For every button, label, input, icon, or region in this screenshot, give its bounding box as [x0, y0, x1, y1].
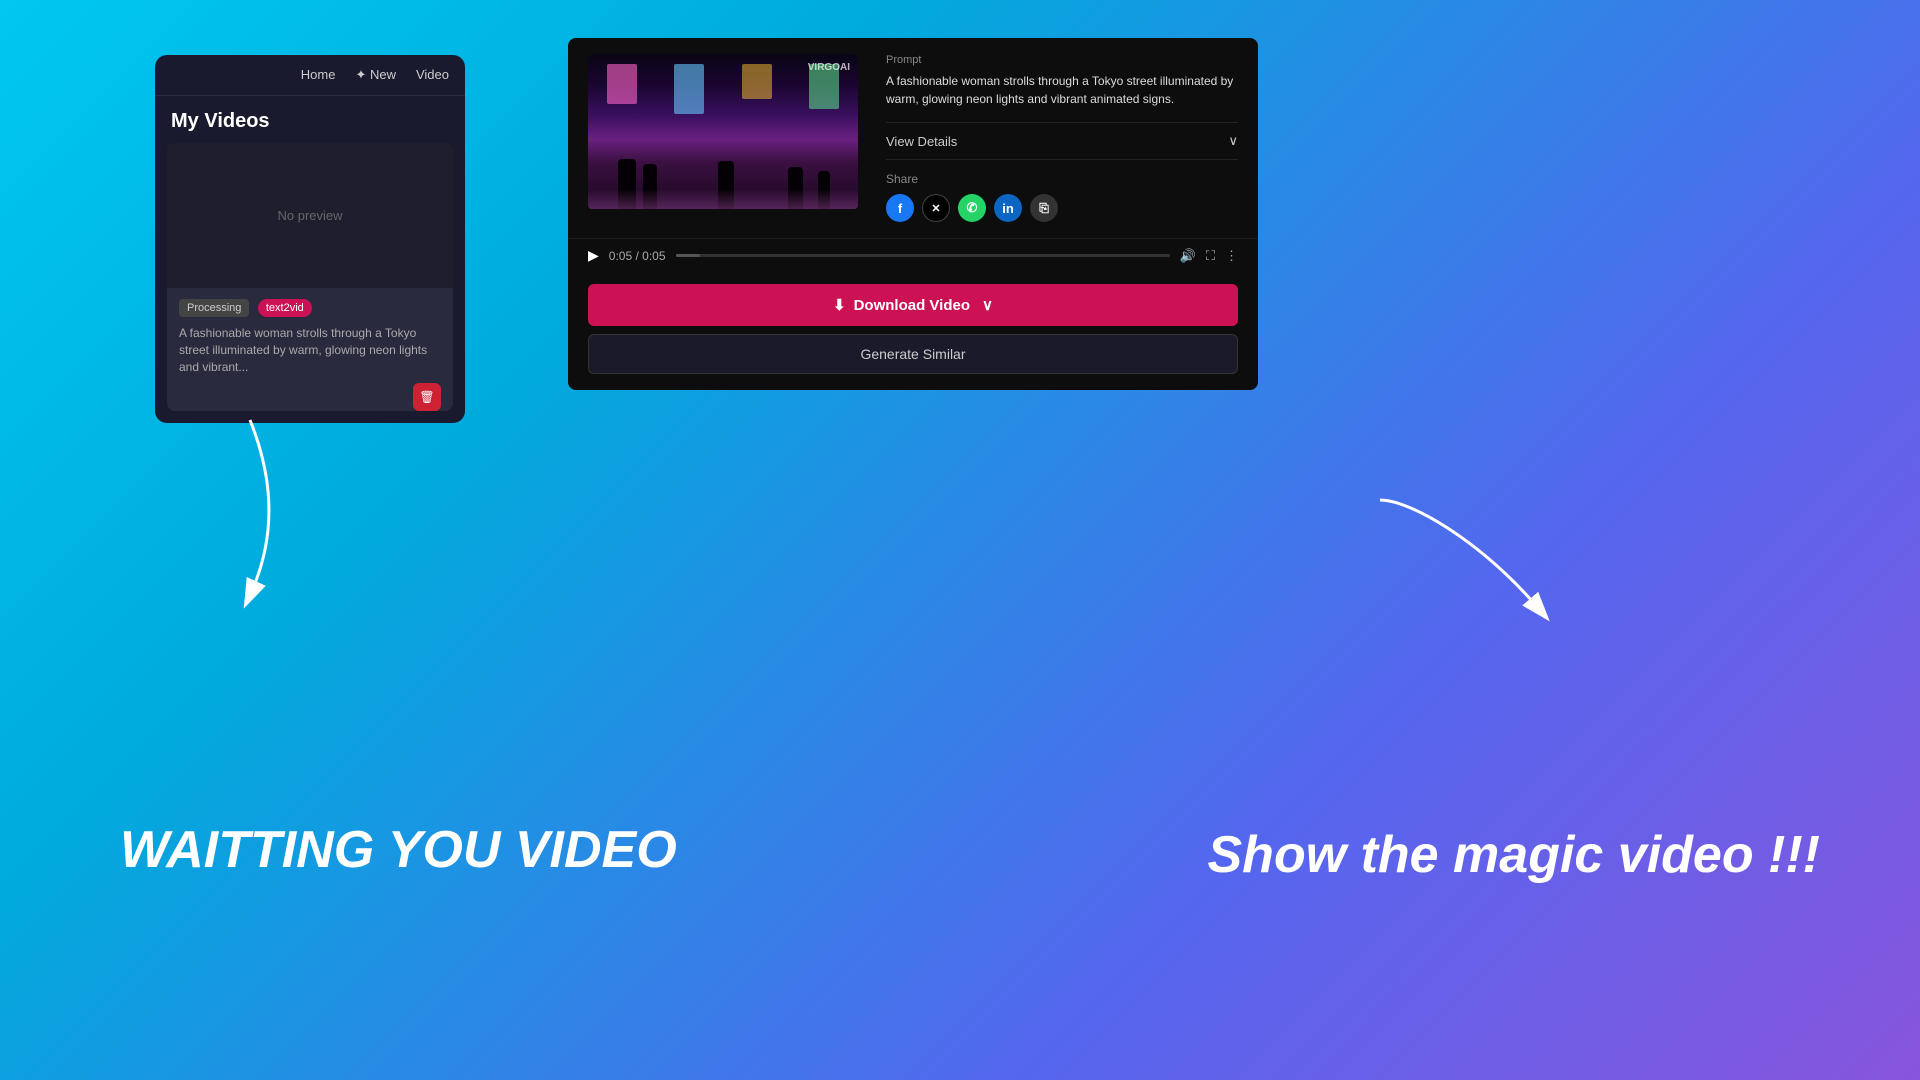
nav-video[interactable]: Video — [416, 67, 449, 83]
video-controls: ▶ 0:05 / 0:05 🔊 ⛶ ⋮ — [568, 238, 1258, 272]
video-preview: No preview — [167, 143, 453, 288]
share-linkedin-icon[interactable]: in — [994, 194, 1022, 222]
arrow-right — [1330, 480, 1580, 630]
share-copy-icon[interactable]: ⎘ — [1030, 194, 1058, 222]
left-nav: Home ✦ New Video — [155, 55, 465, 96]
waiting-label: WAITTING YOU VIDEO — [120, 820, 677, 880]
share-label: Share — [886, 172, 1238, 186]
share-whatsapp-icon[interactable]: ✆ — [958, 194, 986, 222]
nav-home[interactable]: Home — [301, 67, 336, 83]
right-info: Prompt A fashionable woman strolls throu… — [878, 54, 1238, 222]
video-watermark: VIRGOAI — [808, 62, 850, 73]
my-videos-panel: Home ✦ New Video My Videos No preview Pr… — [155, 55, 465, 423]
time-display: 0:05 / 0:05 — [609, 249, 666, 263]
prompt-text: A fashionable woman strolls through a To… — [886, 72, 1238, 108]
street-scene: VIRGOAI — [588, 54, 858, 209]
arrow-left — [190, 410, 310, 610]
text2vid-badge: text2vid — [258, 299, 312, 317]
panel-top: VIRGOAI Prompt A fashionable woman strol… — [568, 38, 1258, 238]
video-player-panel: VIRGOAI Prompt A fashionable woman strol… — [568, 38, 1258, 390]
panel-title: My Videos — [155, 96, 465, 143]
magic-label: Show the magic video !!! — [1208, 825, 1821, 885]
generate-similar-button[interactable]: Generate Similar — [588, 334, 1238, 374]
download-icon: ⬇ — [833, 296, 846, 314]
video-card-footer: Processing text2vid A fashionable woman … — [167, 288, 453, 393]
video-card: No preview Processing text2vid A fashion… — [167, 143, 453, 411]
share-icons: f ✕ ✆ in ⎘ — [886, 194, 1238, 222]
play-button[interactable]: ▶ — [588, 247, 599, 264]
chevron-down-icon: ∨ — [1228, 133, 1238, 149]
video-frame: VIRGOAI — [588, 54, 858, 209]
processing-badge: Processing — [179, 299, 249, 317]
video-description: A fashionable woman strolls through a To… — [179, 325, 441, 375]
prompt-label: Prompt — [886, 54, 1238, 66]
download-video-button[interactable]: ⬇ Download Video ∨ — [588, 284, 1238, 326]
progress-bar[interactable] — [676, 254, 1170, 257]
nav-new[interactable]: ✦ New — [355, 67, 396, 83]
fullscreen-button[interactable]: ⛶ — [1206, 248, 1215, 264]
action-buttons: ⬇ Download Video ∨ Generate Similar — [568, 272, 1258, 390]
progress-fill — [676, 254, 701, 257]
volume-button[interactable]: 🔊 — [1180, 248, 1196, 264]
delete-button[interactable]: 🗑 — [413, 383, 441, 411]
view-details-row[interactable]: View Details ∨ — [886, 122, 1238, 160]
more-options-button[interactable]: ⋮ — [1225, 248, 1238, 264]
share-x-icon[interactable]: ✕ — [922, 194, 950, 222]
dropdown-icon: ∨ — [982, 296, 993, 314]
share-facebook-icon[interactable]: f — [886, 194, 914, 222]
